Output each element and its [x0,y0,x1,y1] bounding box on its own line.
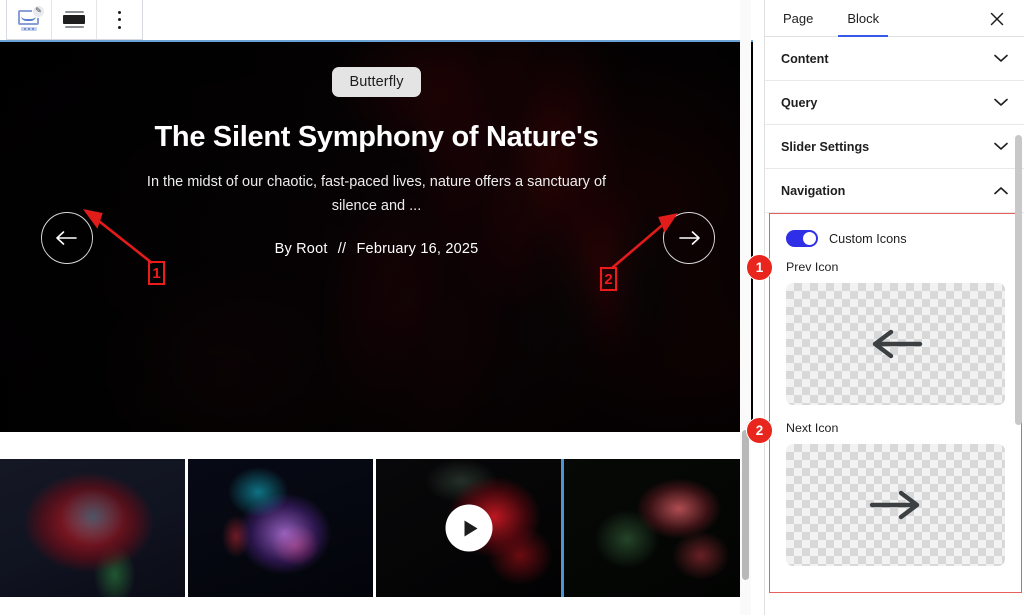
next-icon-preview[interactable] [786,444,1005,566]
arrow-left-icon [56,231,77,245]
panel-query[interactable]: Query [765,81,1024,125]
chevron-down-icon [994,98,1008,107]
more-options-button[interactable] [97,0,142,39]
panel-content[interactable]: Content [765,37,1024,81]
custom-icons-row[interactable]: Custom Icons [770,214,1021,247]
thumbnail-2[interactable] [188,459,376,597]
arrow-left-icon [872,329,922,359]
block-toolbar: ✎ [6,0,143,40]
edit-badge-icon: ✎ [32,4,45,18]
prev-icon-preview[interactable] [786,283,1005,405]
settings-sidebar: Page Block Content Query Slider Settings… [764,0,1024,615]
slide-meta: By Root // February 16, 2025 [275,241,479,257]
chevron-down-icon [994,142,1008,151]
slider-prev-button[interactable] [41,212,93,264]
kebab-menu-icon [117,10,121,29]
navigation-settings-panel: Custom Icons Prev Icon Next Icon [769,213,1022,593]
arrow-right-icon [869,490,919,520]
sidebar-tabs: Page Block [765,0,1024,37]
next-icon-label: Next Icon [786,421,839,435]
slider-block-icon: ✎ [16,4,45,32]
thumbnail-3[interactable] [376,459,564,597]
custom-icons-toggle[interactable] [786,230,818,247]
tab-page[interactable]: Page [779,0,817,36]
slide-date: February 16, 2025 [356,241,479,258]
close-icon [990,12,1004,26]
slide-author: By Root [274,241,328,258]
chevron-down-icon [994,54,1008,63]
prev-icon-label: Prev Icon [786,260,839,274]
tab-block-label: Block [847,10,880,26]
slider-next-button[interactable] [663,212,715,264]
arrow-right-icon [679,231,700,245]
panel-navigation[interactable]: Navigation [765,169,1024,213]
slide-excerpt: In the midst of our chaotic, fast-paced … [146,174,607,214]
panel-content-label: Content [781,51,829,66]
play-icon[interactable] [445,504,492,552]
tab-block[interactable]: Block [838,0,888,37]
screenshot-root: ✎ Butterfly The Silent Symphony of Natur… [0,0,1024,615]
tab-page-label: Page [783,10,814,26]
thumbnail-strip [0,459,753,597]
slider-bottom-spacer [0,432,753,459]
post-slider-block[interactable]: Butterfly The Silent Symphony of Nature'… [0,40,753,459]
align-icon [63,10,85,29]
panel-slider-settings-label: Slider Settings [781,139,870,154]
slide-title: The Silent Symphony of Nature's [154,121,599,153]
canvas-scrollbar-thumb[interactable] [742,430,749,580]
canvas-scrollbar[interactable] [740,0,751,615]
panel-query-label: Query [781,95,818,110]
close-sidebar-button[interactable] [986,8,1008,30]
thumbnail-4[interactable] [564,459,752,597]
meta-separator: // [337,241,347,258]
category-tag[interactable]: Butterfly [332,67,421,97]
hero-slide: Butterfly The Silent Symphony of Nature'… [0,42,753,432]
sidebar-scrollbar-thumb[interactable] [1015,135,1022,425]
slider-block-type-button[interactable]: ✎ [7,0,52,39]
chevron-up-icon [994,186,1008,195]
sidebar-scrollbar[interactable] [1014,38,1023,615]
panel-navigation-label: Navigation [781,183,846,198]
editor-canvas: ✎ Butterfly The Silent Symphony of Natur… [0,0,753,615]
align-button[interactable] [52,0,97,39]
hero-content: Butterfly The Silent Symphony of Nature'… [0,42,753,432]
panel-slider-settings[interactable]: Slider Settings [765,125,1024,169]
custom-icons-label: Custom Icons [829,231,907,246]
thumbnail-1[interactable] [0,459,188,597]
